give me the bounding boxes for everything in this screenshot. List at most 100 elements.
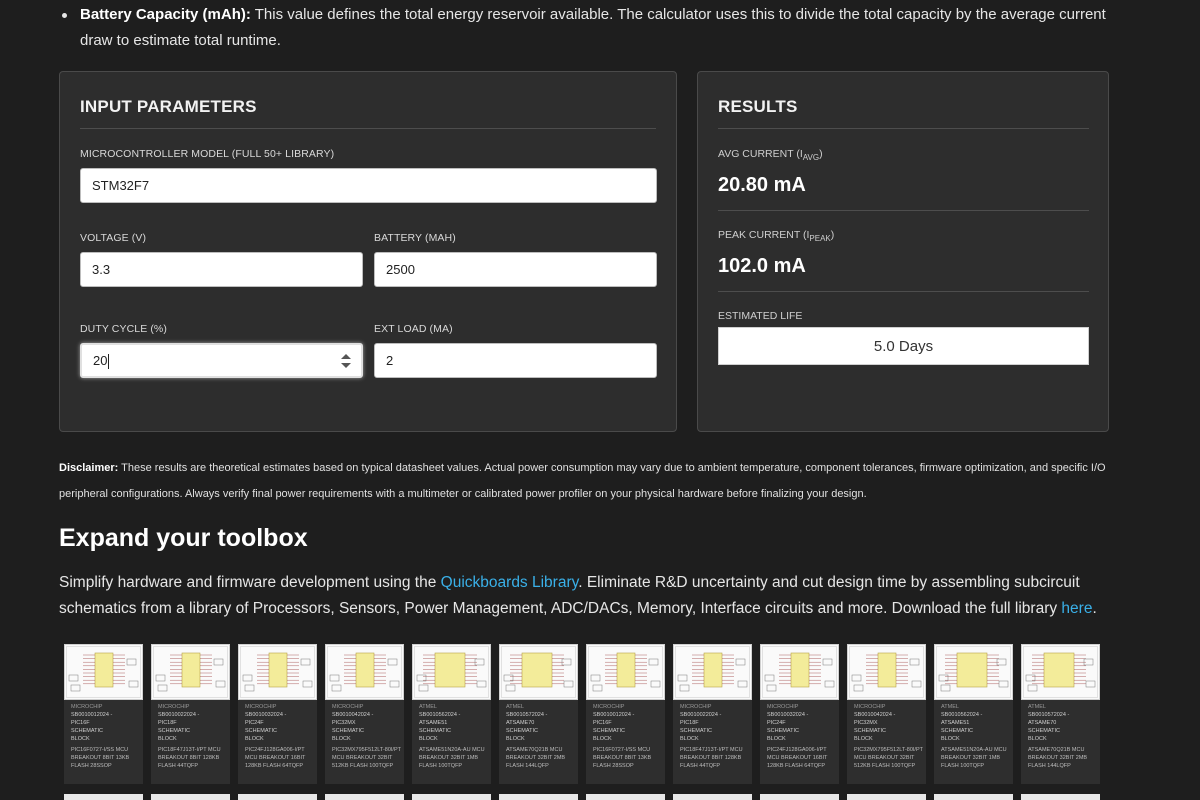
- schematic-preview-image: [64, 644, 143, 700]
- thumbnail-manufacturer: ATMEL: [1028, 704, 1046, 710]
- thumbnail-description: PIC18F47J13T-I/PT MCU BREAKOUT 8BIT 128K…: [680, 747, 743, 769]
- thumbnail-part: PIC24F: [767, 720, 786, 726]
- schematic-thumbnail[interactable]: MICROCHIP SB0010032024 - PIC24F SCHEMATI…: [238, 644, 317, 784]
- thumbnail-description: PIC16F0727-I/SS MCU BREAKOUT 8BIT 13KB F…: [71, 747, 130, 769]
- number-spinner-icon[interactable]: [340, 353, 352, 369]
- duty-cycle-input[interactable]: 20: [80, 343, 363, 378]
- schematic-thumbnail[interactable]: MICROCHIP SB0010012024 - PIC16F SCHEMATI…: [586, 644, 665, 784]
- schematic-drawing-icon: [936, 646, 1011, 698]
- thumbnail-manufacturer: ATMEL: [419, 704, 437, 710]
- thumbnail-caption: ATMEL SB0010572024 - ATSAME70 SCHEMATIC …: [506, 703, 576, 770]
- thumbnail-block: BLOCK: [767, 736, 786, 742]
- peak-current-label-text: PEAK CURRENT (I: [718, 229, 810, 241]
- ext-load-input[interactable]: 2: [374, 343, 657, 378]
- avg-current-label-close: ): [819, 148, 823, 160]
- thumbnail-kind: SCHEMATIC: [245, 728, 277, 734]
- schematic-drawing-icon: [849, 646, 924, 698]
- schematic-thumbnail[interactable]: ATMEL SB0010562024 - ATSAME51 SCHEMATIC …: [412, 644, 491, 784]
- battery-label: BATTERY (MAH): [374, 232, 456, 244]
- thumbnail-block: BLOCK: [419, 736, 438, 742]
- thumbnail-part: PIC18F: [158, 720, 177, 726]
- peak-current-divider: [718, 291, 1089, 292]
- thumbnail-part: PIC24F: [245, 720, 264, 726]
- avg-current-subscript: AVG: [802, 153, 820, 163]
- input-parameters-card: INPUT PARAMETERS MICROCONTROLLER MODEL (…: [59, 71, 677, 432]
- schematic-preview-image: [673, 644, 752, 700]
- thumbnail-part: PIC32MX: [332, 720, 356, 726]
- thumbnail-caption: MICROCHIP SB0010022024 - PIC18F SCHEMATI…: [680, 703, 750, 770]
- schematic-preview-image: [760, 644, 839, 700]
- schematic-drawing-icon: [588, 646, 663, 698]
- thumbnail-part: ATSAME70: [506, 720, 535, 726]
- thumbnail-id: SB0010012024 -: [593, 712, 635, 718]
- thumbnail-description: PIC24FJ128GA006-I/PT MCU BREAKOUT 16BIT …: [767, 747, 828, 769]
- schematic-thumbnail-row2[interactable]: [238, 794, 317, 800]
- estimated-life-label: ESTIMATED LIFE: [718, 310, 803, 322]
- thumbnail-caption: MICROCHIP SB0010022024 - PIC18F SCHEMATI…: [158, 703, 228, 770]
- schematic-thumbnail[interactable]: MICROCHIP SB0010032024 - PIC24F SCHEMATI…: [760, 644, 839, 784]
- schematic-preview-image: [238, 644, 317, 700]
- peak-current-subscript: PEAK: [809, 234, 831, 244]
- thumbnail-description: PIC18F47J13T-I/PT MCU BREAKOUT 8BIT 128K…: [158, 747, 221, 769]
- schematic-drawing-icon: [153, 646, 228, 698]
- schematic-thumbnail-row2[interactable]: [412, 794, 491, 800]
- battery-input[interactable]: 2500: [374, 252, 657, 287]
- schematic-thumbnail[interactable]: ATMEL SB0010572024 - ATSAME70 SCHEMATIC …: [1021, 644, 1100, 784]
- schematic-drawing-icon: [762, 646, 837, 698]
- schematic-thumbnail-row2[interactable]: [760, 794, 839, 800]
- mcu-model-input[interactable]: STM32F7: [80, 168, 657, 203]
- thumbnail-caption: ATMEL SB0010562024 - ATSAME51 SCHEMATIC …: [941, 703, 1011, 770]
- schematic-thumbnail[interactable]: MICROCHIP SB0010042024 - PIC32MX SCHEMAT…: [325, 644, 404, 784]
- download-here-link[interactable]: here: [1061, 600, 1092, 617]
- toolbox-text-1: Simplify hardware and firmware developme…: [59, 574, 441, 591]
- schematic-thumbnail[interactable]: ATMEL SB0010572024 - ATSAME70 SCHEMATIC …: [499, 644, 578, 784]
- schematic-thumbnail[interactable]: MICROCHIP SB0010022024 - PIC18F SCHEMATI…: [673, 644, 752, 784]
- thumbnail-id: SB0010032024 -: [767, 712, 809, 718]
- thumbnail-caption: ATMEL SB0010562024 - ATSAME51 SCHEMATIC …: [419, 703, 489, 770]
- thumbnail-part: PIC32MX: [854, 720, 878, 726]
- schematic-preview-image: [325, 644, 404, 700]
- schematic-thumbnail-row2[interactable]: [673, 794, 752, 800]
- schematic-preview-image: [499, 644, 578, 700]
- thumbnail-id: SB0010042024 -: [332, 712, 374, 718]
- peak-current-label: PEAK CURRENT (IPEAK): [718, 229, 834, 243]
- thumbnail-description: ATSAME70Q21B MCU BREAKOUT 32BIT 2MB FLAS…: [506, 747, 566, 769]
- schematic-thumbnail-row2[interactable]: [499, 794, 578, 800]
- thumbnail-caption: ATMEL SB0010572024 - ATSAME70 SCHEMATIC …: [1028, 703, 1098, 770]
- thumbnail-manufacturer: ATMEL: [941, 704, 959, 710]
- thumbnail-id: SB0010572024 -: [506, 712, 548, 718]
- thumbnail-kind: SCHEMATIC: [767, 728, 799, 734]
- schematic-thumbnail-row2[interactable]: [325, 794, 404, 800]
- thumbnail-caption: MICROCHIP SB0010042024 - PIC32MX SCHEMAT…: [332, 703, 402, 770]
- schematic-drawing-icon: [66, 646, 141, 698]
- schematic-thumbnail[interactable]: MICROCHIP SB0010012024 - PIC16F SCHEMATI…: [64, 644, 143, 784]
- schematic-thumbnail-row2[interactable]: [847, 794, 926, 800]
- thumbnail-description: PIC24FJ128GA006-I/PT MCU BREAKOUT 16BIT …: [245, 747, 306, 769]
- schematic-preview-image: [586, 644, 665, 700]
- thumbnail-id: SB0010042024 -: [854, 712, 896, 718]
- schematic-thumbnail[interactable]: MICROCHIP SB0010022024 - PIC18F SCHEMATI…: [151, 644, 230, 784]
- thumbnail-kind: SCHEMATIC: [419, 728, 451, 734]
- schematic-thumbnail-row2[interactable]: [64, 794, 143, 800]
- quickboards-library-link[interactable]: Quickboards Library: [441, 574, 579, 591]
- disclaimer: Disclaimer: These results are theoretica…: [59, 455, 1119, 507]
- thumbnail-block: BLOCK: [332, 736, 351, 742]
- schematic-thumbnail[interactable]: ATMEL SB0010562024 - ATSAME51 SCHEMATIC …: [934, 644, 1013, 784]
- duty-cycle-value: 20: [93, 353, 108, 368]
- schematic-thumbnail-row2[interactable]: [151, 794, 230, 800]
- thumbnail-part: PIC18F: [680, 720, 699, 726]
- schematic-drawing-icon: [327, 646, 402, 698]
- schematic-thumbnail-row2[interactable]: [586, 794, 665, 800]
- peak-current-label-close: ): [830, 229, 835, 241]
- thumbnail-id: SB0010012024 -: [71, 712, 113, 718]
- schematic-drawing-icon: [240, 646, 315, 698]
- schematic-preview-image: [934, 644, 1013, 700]
- schematic-thumbnail-row2[interactable]: [934, 794, 1013, 800]
- schematic-thumbnail[interactable]: MICROCHIP SB0010042024 - PIC32MX SCHEMAT…: [847, 644, 926, 784]
- bullet-dot: [62, 13, 67, 18]
- schematic-thumbnail-row2[interactable]: [1021, 794, 1100, 800]
- thumbnail-manufacturer: MICROCHIP: [245, 704, 277, 710]
- thumbnail-manufacturer: MICROCHIP: [158, 704, 190, 710]
- voltage-input[interactable]: 3.3: [80, 252, 363, 287]
- thumbnail-manufacturer: MICROCHIP: [71, 704, 103, 710]
